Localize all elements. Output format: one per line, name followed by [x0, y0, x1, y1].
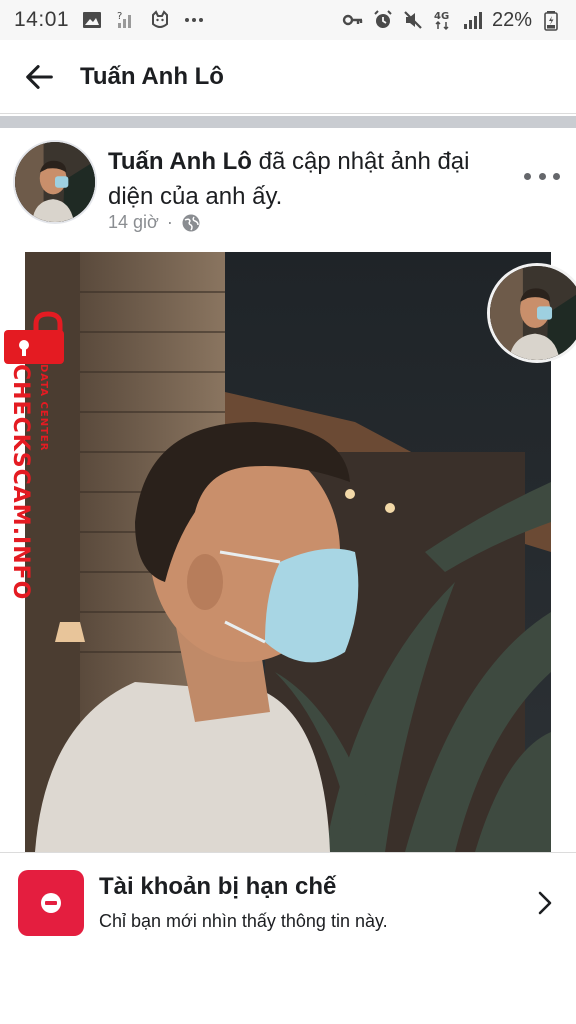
- notice-subtitle: Chỉ bạn mới nhìn thấy thông tin này.: [99, 911, 388, 931]
- image-icon: [81, 9, 103, 31]
- watermark: CHECKSCAM.INFO DATA CENTER: [2, 310, 64, 600]
- back-button[interactable]: [20, 57, 60, 97]
- arrow-left-icon: [26, 64, 53, 89]
- post-header: Tuấn Anh Lô đã cập nhật ảnh đại diện của…: [0, 128, 576, 248]
- notice-texts: Tài khoản bị hạn chế Chỉ bạn mới nhìn th…: [99, 873, 388, 932]
- no-signal-icon: ?: [115, 9, 137, 31]
- restricted-notice[interactable]: Tài khoản bị hạn chế Chỉ bạn mới nhìn th…: [0, 852, 576, 952]
- author-name[interactable]: Tuấn Anh Lô: [108, 148, 252, 175]
- restricted-icon: [18, 869, 84, 936]
- watermark-brand: CHECKSCAM.INFO: [8, 364, 33, 601]
- app-header: Tuấn Anh Lô: [0, 40, 576, 114]
- watermark-sub: DATA CENTER: [38, 364, 49, 452]
- status-left: 14:01 ?: [14, 8, 205, 32]
- page-title: Tuấn Anh Lô: [80, 62, 224, 90]
- meta-separator: ·: [166, 212, 173, 232]
- network-label: 4G: [434, 11, 449, 22]
- mute-icon: [402, 9, 424, 31]
- more-dot: [524, 172, 531, 180]
- 4g-icon: 4G: [432, 9, 454, 31]
- section-divider: [0, 116, 576, 128]
- battery-icon: [540, 9, 562, 31]
- profile-picture-thumbnail: [487, 263, 576, 363]
- more-dot: [538, 172, 546, 180]
- status-right: 4G 22%: [342, 9, 562, 32]
- alarm-icon: [372, 9, 394, 31]
- more-options-button[interactable]: [524, 164, 560, 188]
- more-dot: [553, 172, 560, 180]
- post-photo[interactable]: [25, 252, 551, 852]
- svg-text:?: ?: [117, 11, 122, 22]
- post-meta: 14 giờ ·: [108, 212, 201, 233]
- lock-icon: [4, 311, 64, 364]
- status-time: 14:01: [14, 8, 70, 31]
- battery-percent: 22%: [491, 8, 532, 31]
- signal-icon: [462, 9, 484, 31]
- avatar[interactable]: [13, 140, 97, 224]
- more-dots-icon: [183, 9, 205, 31]
- post-time[interactable]: 14 giờ: [108, 212, 159, 233]
- post-headline: Tuấn Anh Lô đã cập nhật ảnh đại diện của…: [108, 144, 518, 214]
- key-icon: [342, 9, 364, 31]
- notice-title: Tài khoản bị hạn chế: [99, 873, 337, 900]
- chevron-right-icon: [538, 891, 552, 915]
- globe-icon: [181, 213, 201, 233]
- status-bar: 14:01 ? 4G 22%: [0, 0, 576, 40]
- cat-icon: [149, 9, 171, 31]
